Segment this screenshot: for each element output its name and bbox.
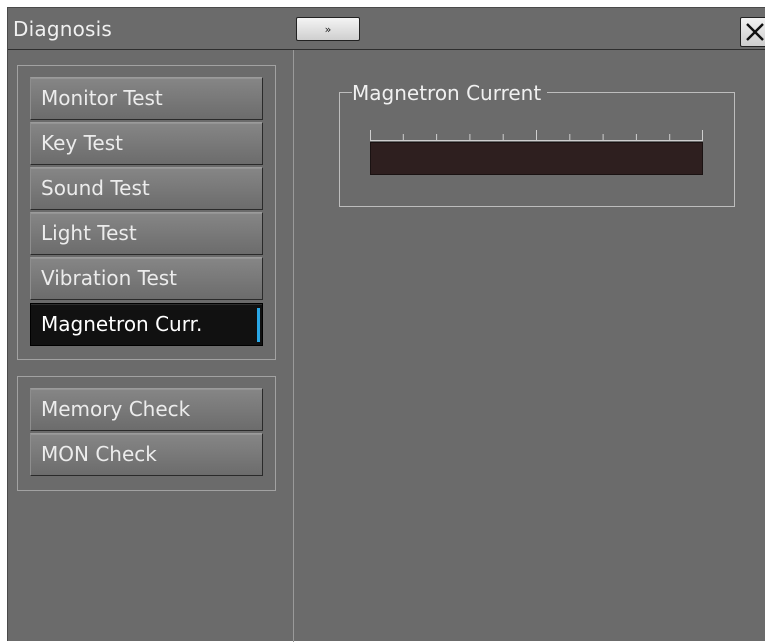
magnetron-current-button[interactable]: Magnetron Curr. <box>30 303 263 346</box>
active-indicator <box>257 308 260 342</box>
frame-notch <box>339 92 349 93</box>
key-test-button[interactable]: Key Test <box>30 122 263 165</box>
title-bar: Diagnosis » <box>8 8 765 50</box>
magnetron-current-meter <box>370 142 703 175</box>
close-icon <box>746 23 764 41</box>
mon-check-button[interactable]: MON Check <box>30 433 263 476</box>
window-title: Diagnosis <box>13 17 113 41</box>
monitor-test-button[interactable]: Monitor Test <box>30 77 263 120</box>
sound-test-button[interactable]: Sound Test <box>30 167 263 210</box>
magnetron-current-title: Magnetron Current <box>352 81 548 105</box>
panel-divider <box>293 50 294 642</box>
double-chevron-right-icon: » <box>324 22 332 36</box>
diagnosis-window: Diagnosis » Monitor Test Key Test Sound … <box>7 7 765 642</box>
vibration-test-button[interactable]: Vibration Test <box>30 257 263 300</box>
expand-button[interactable]: » <box>296 17 360 41</box>
memory-check-button[interactable]: Memory Check <box>30 388 263 431</box>
check-group: Memory Check MON Check <box>17 376 276 491</box>
close-button[interactable] <box>740 17 765 47</box>
test-group: Monitor Test Key Test Sound Test Light T… <box>17 65 276 360</box>
light-test-button[interactable]: Light Test <box>30 212 263 255</box>
meter-scale <box>370 130 703 141</box>
